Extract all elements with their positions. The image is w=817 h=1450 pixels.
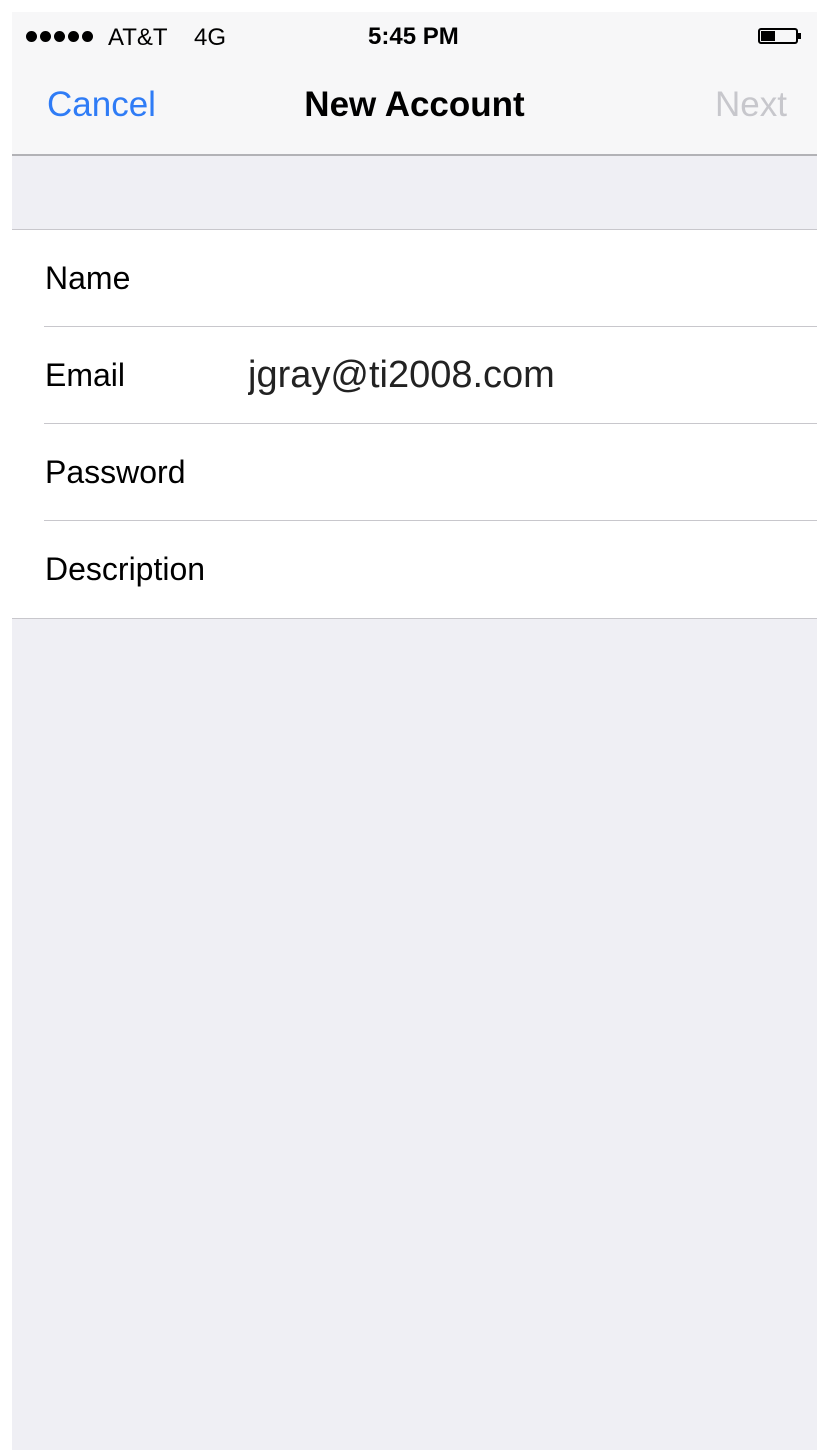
signal-strength-icon — [26, 31, 93, 42]
battery-nub — [798, 33, 801, 39]
status-bar: AT&T 4G 5:45 PM — [12, 12, 817, 64]
status-time: 5:45 PM — [368, 23, 459, 50]
cancel-button[interactable]: Cancel — [47, 85, 156, 125]
form-row-email: Email — [12, 327, 817, 424]
ios-screen: AT&T 4G 5:45 PM Cancel New Account Next … — [12, 12, 817, 1450]
network-type: 4G — [194, 24, 227, 51]
signal-dot — [26, 31, 37, 42]
password-field[interactable] — [248, 446, 808, 498]
name-label: Name — [45, 260, 131, 296]
header: AT&T 4G 5:45 PM Cancel New Account Next — [12, 12, 817, 156]
password-label: Password — [45, 454, 186, 490]
navigation-bar: Cancel New Account Next — [12, 64, 817, 152]
form-row-password: Password — [12, 424, 817, 521]
signal-dot — [54, 31, 65, 42]
form-row-description: Description — [12, 521, 817, 618]
email-label: Email — [45, 357, 126, 393]
form-row-name: Name — [12, 230, 817, 327]
description-label: Description — [45, 551, 206, 587]
signal-dot — [68, 31, 79, 42]
signal-dot — [82, 31, 93, 42]
email-field[interactable] — [248, 349, 808, 401]
battery-icon — [758, 28, 802, 46]
signal-dot — [40, 31, 51, 42]
carrier-name: AT&T — [108, 24, 168, 51]
description-field[interactable] — [248, 543, 808, 595]
name-field[interactable] — [248, 252, 808, 304]
account-form: Name Email Password Description — [12, 229, 817, 619]
next-button[interactable]: Next — [715, 85, 787, 125]
battery-fill — [761, 31, 775, 41]
